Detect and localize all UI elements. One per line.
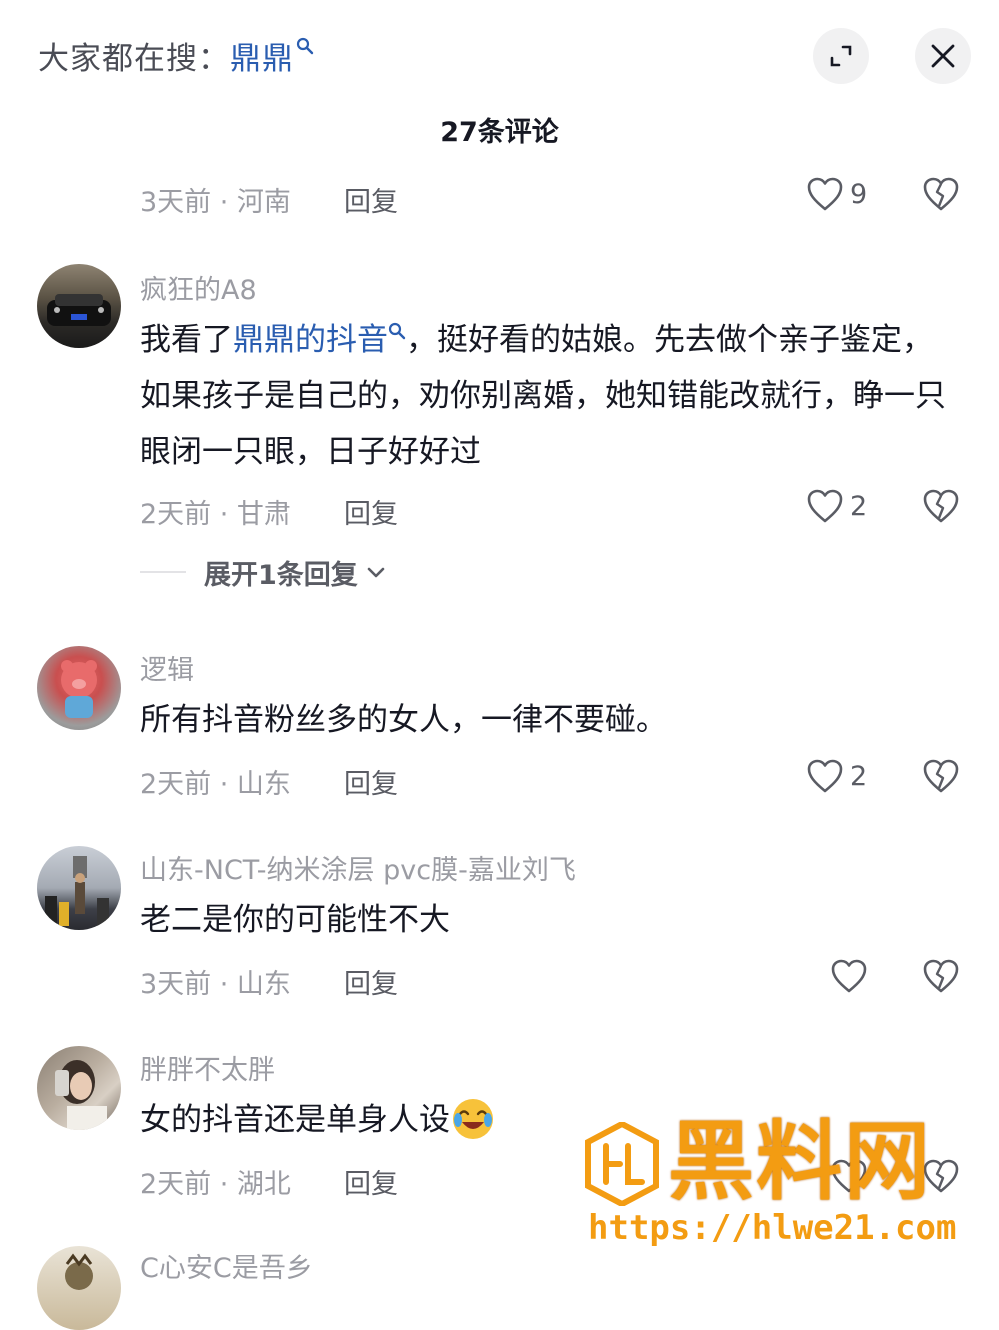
- comment-meta-row: 3天前 · 山东 回复: [140, 958, 970, 1001]
- search-icon: [388, 322, 406, 340]
- reply-button[interactable]: 回复: [344, 1162, 398, 1201]
- car-avatar-image: [47, 294, 111, 326]
- dislike-button[interactable]: [922, 488, 960, 528]
- comment-username[interactable]: 逻辑: [140, 648, 194, 687]
- comment-search-keyword[interactable]: 鼎鼎的抖音: [233, 322, 388, 358]
- comment-meta-row: 3天前 · 河南 回复 9: [140, 176, 970, 219]
- pig-toy-avatar-image: [61, 660, 97, 718]
- like-button[interactable]: [830, 958, 868, 994]
- comment-time-location: 2天前 · 湖北: [140, 1169, 291, 1200]
- expand-replies-button[interactable]: 展开1条回复: [140, 552, 388, 592]
- watermark: 黑料网 https://hlwe21.com: [584, 1112, 974, 1252]
- avatar[interactable]: [37, 846, 121, 930]
- heart-icon: [807, 759, 843, 793]
- reply-button[interactable]: 回复: [344, 962, 398, 1001]
- expand-button[interactable]: [813, 28, 869, 84]
- search-prefix: 大家都在搜：: [38, 41, 230, 77]
- comment-time-location: 3天前 · 河南: [140, 187, 291, 218]
- broken-heart-icon: [923, 489, 959, 523]
- heart-icon: [831, 959, 867, 993]
- comment-username[interactable]: 胖胖不太胖: [140, 1048, 275, 1087]
- avatar[interactable]: [37, 1046, 121, 1130]
- watermark-logo-icon: [585, 1122, 659, 1206]
- comment-text-part: 女的抖音还是单身人设: [140, 1102, 450, 1138]
- comment-username[interactable]: C心安C是吾乡: [140, 1246, 313, 1285]
- comment-count-title: 27条评论: [440, 117, 559, 148]
- comment-text: 所有抖音粉丝多的女人，一律不要碰。: [140, 702, 667, 738]
- header: 大家都在搜：鼎鼎: [0, 0, 999, 110]
- reply-button[interactable]: 回复: [344, 180, 398, 219]
- like-count: 2: [850, 490, 868, 522]
- comment-text: 老二是你的可能性不大: [140, 902, 450, 938]
- like-button[interactable]: 9: [806, 176, 867, 212]
- chevron-down-icon: [367, 567, 385, 578]
- like-button[interactable]: 2: [806, 758, 867, 794]
- watermark-name: 黑料网: [668, 1112, 932, 1212]
- broken-heart-icon: [923, 177, 959, 211]
- figure-avatar-image: [65, 1253, 93, 1290]
- close-icon: [931, 44, 955, 68]
- heart-icon: [807, 177, 843, 211]
- crowd-avatar-image: [45, 856, 109, 926]
- avatar[interactable]: [37, 646, 121, 730]
- reply-button[interactable]: 回复: [344, 492, 398, 531]
- search-keyword[interactable]: 鼎鼎: [230, 41, 294, 77]
- broken-heart-icon: [923, 959, 959, 993]
- like-count: 2: [850, 760, 868, 792]
- comment-meta-row: 2天前 · 山东 回复 2: [140, 758, 970, 801]
- broken-heart-icon: [923, 759, 959, 793]
- like-count: 9: [850, 178, 868, 210]
- dislike-button[interactable]: [922, 176, 960, 216]
- comment-text: 我看了鼎鼎的抖音 ，挺好看的姑娘。先去做个亲子鉴定，如果孩子是自己的，劝你别离婚，…: [140, 312, 960, 480]
- search-icon: [296, 37, 314, 55]
- comment-time-location: 3天前 · 山东: [140, 969, 291, 1000]
- reply-button[interactable]: 回复: [344, 762, 398, 801]
- comment-username[interactable]: 疯狂的A8: [140, 268, 257, 307]
- expand-icon: [830, 45, 852, 67]
- divider: [140, 571, 186, 573]
- dislike-button[interactable]: [922, 958, 960, 998]
- like-button[interactable]: 2: [806, 488, 867, 524]
- comment-meta-row: 2天前 · 甘肃 回复 2: [140, 488, 970, 531]
- dislike-button[interactable]: [922, 758, 960, 798]
- selfie-avatar-image: [55, 1060, 107, 1130]
- comment-time-location: 2天前 · 山东: [140, 769, 291, 800]
- comment-time-location: 2天前 · 甘肃: [140, 499, 291, 530]
- heart-icon: [807, 489, 843, 523]
- close-button[interactable]: [915, 28, 971, 84]
- watermark-url: https://hlwe21.com: [588, 1208, 957, 1248]
- search-suggestion[interactable]: 大家都在搜：鼎鼎: [38, 33, 314, 78]
- avatar[interactable]: [37, 1246, 121, 1330]
- expand-replies-label: 展开1条回复: [204, 559, 358, 591]
- avatar[interactable]: [37, 264, 121, 348]
- crying-laughing-emoji-icon: [453, 1099, 493, 1139]
- comment-username[interactable]: 山东-NCT-纳米涂层 pvc膜-嘉业刘飞: [140, 848, 576, 887]
- comment-text-part: 我看了: [140, 322, 233, 358]
